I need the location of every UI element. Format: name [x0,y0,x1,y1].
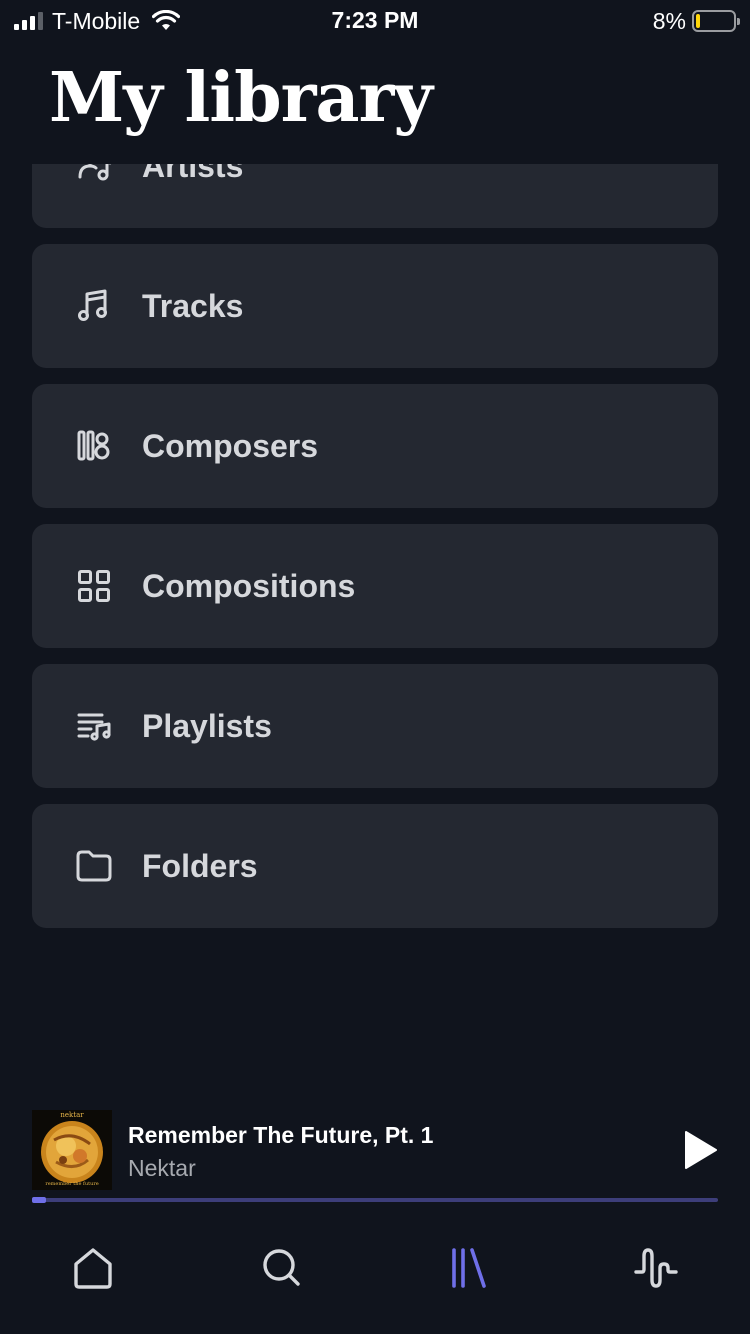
play-icon [685,1131,717,1169]
tab-library[interactable] [442,1242,494,1294]
battery-percent: 8% [652,7,686,34]
library-item-label: Folders [142,848,258,884]
library-item-composers[interactable]: Composers [32,384,718,508]
playback-progress[interactable] [32,1197,718,1203]
search-icon [263,1249,300,1286]
library-item-label: Composers [142,428,319,464]
library-icon [452,1248,486,1288]
library-item-label: Playlists [142,708,272,744]
library-item-artists[interactable]: Artists [32,164,718,228]
status-bar: T-Mobile 7:23 PM 8% [0,0,750,40]
library-item-label: Tracks [142,288,244,324]
tab-bar [0,1230,750,1306]
play-button[interactable] [674,1126,722,1174]
playlist-icon [76,708,112,744]
battery-level [696,14,700,28]
library-item-label: Compositions [142,568,356,604]
album-art-subtext: remember the future [45,1181,99,1187]
tab-activity[interactable] [630,1242,682,1294]
tab-search[interactable] [255,1242,307,1294]
library-item-compositions[interactable]: Compositions [32,524,718,648]
track-title: Remember The Future, Pt. 1 [128,1122,434,1148]
library-list: Artists Tracks Composers Compositions Pl… [0,164,750,954]
status-time: 7:23 PM [331,7,419,33]
grid-icon [76,568,112,604]
playback-progress-fill [32,1197,46,1203]
library-item-tracks[interactable]: Tracks [32,244,718,368]
folder-icon [76,848,112,884]
battery-icon [692,10,740,32]
album-art[interactable]: nektar remember the future [32,1110,112,1190]
composers-icon [76,428,112,464]
app-screen: T-Mobile 7:23 PM 8% My library Artists T… [0,0,750,1334]
album-art-text: nektar [60,1111,84,1119]
library-item-label: Artists [142,164,244,184]
now-playing-bar[interactable]: nektar remember the future Remember The … [0,1104,750,1214]
page-title: My library [49,58,433,138]
tab-home[interactable] [67,1242,119,1294]
status-right: 8% [652,6,740,36]
home-icon [74,1248,112,1289]
library-item-playlists[interactable]: Playlists [32,664,718,788]
artists-icon [76,164,112,184]
music-note-icon [76,288,112,324]
library-item-folders[interactable]: Folders [32,804,718,928]
waveform-icon [634,1248,678,1288]
track-artist: Nektar [128,1155,196,1181]
